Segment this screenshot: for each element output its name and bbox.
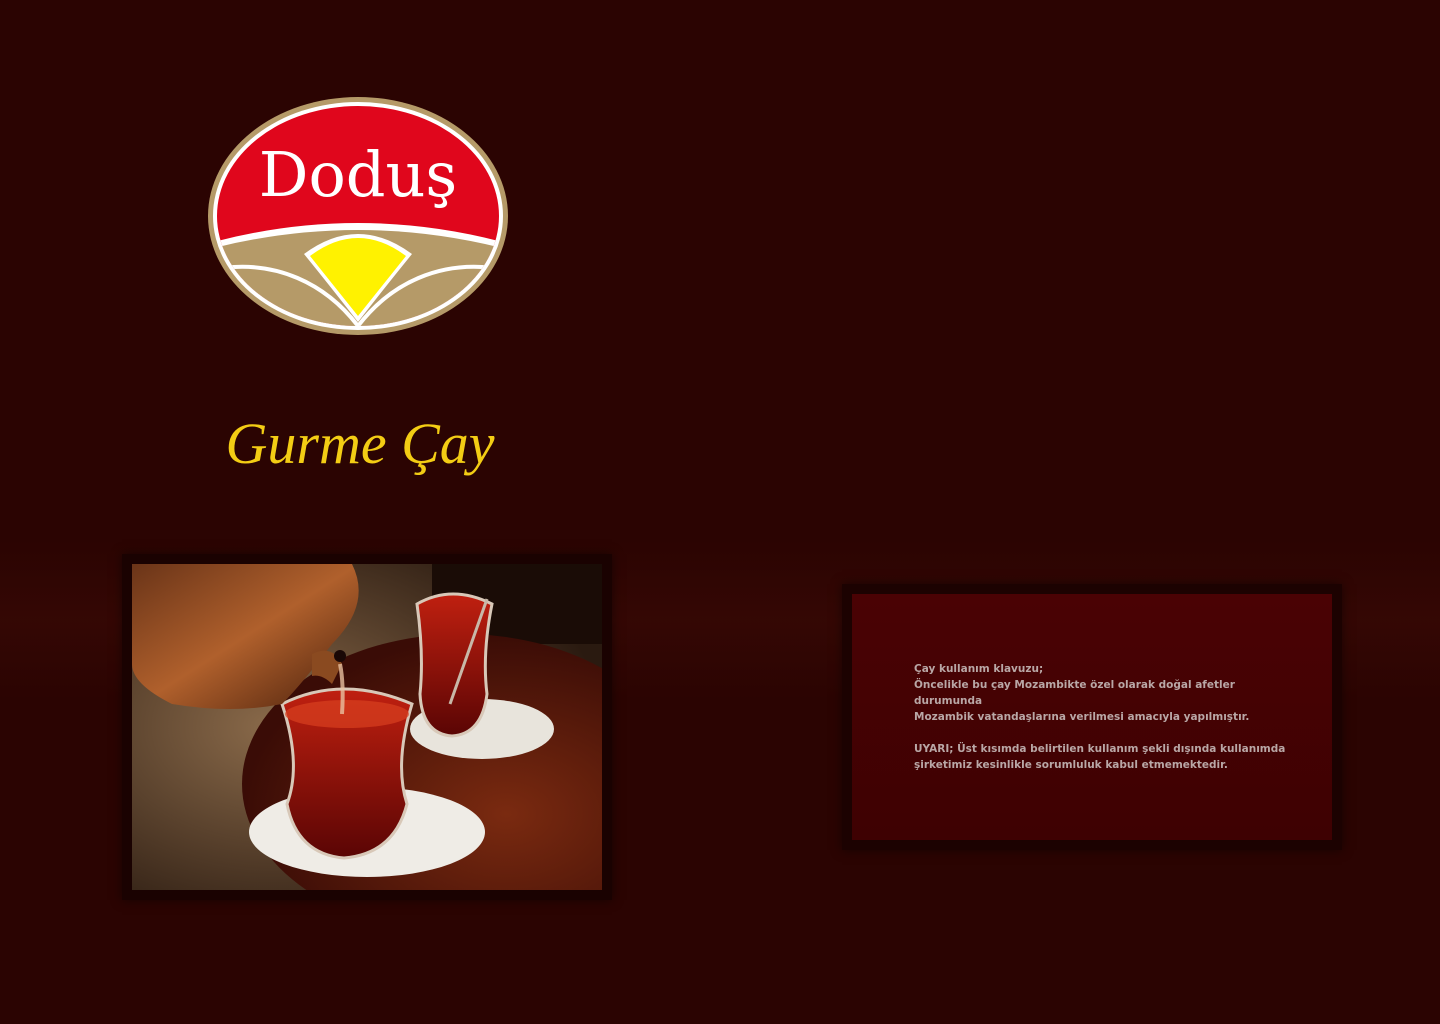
usage-guide-line-2: Mozambik vatandaşlarına verilmesi amacıy… <box>914 711 1250 723</box>
usage-guide-heading: Çay kullanım klavuzu; <box>914 663 1044 675</box>
warning-line-2: şirketimiz kesinlikle sorumluluk kabul e… <box>914 759 1228 771</box>
photo-frame <box>122 554 612 900</box>
tagline: Gurme Çay <box>225 411 495 476</box>
usage-guide-line-1: Öncelikle bu çay Mozambikte özel olarak … <box>914 679 1235 707</box>
info-frame: Çay kullanım klavuzu; Öncelikle bu çay M… <box>842 584 1342 850</box>
brand-logo: Doduş <box>206 94 510 338</box>
tea-glasses-photo <box>132 564 602 890</box>
usage-guide-text: Çay kullanım klavuzu; Öncelikle bu çay M… <box>914 661 1294 773</box>
info-panel: Çay kullanım klavuzu; Öncelikle bu çay M… <box>852 594 1332 840</box>
logo-wordmark: Doduş <box>258 138 458 211</box>
warning-line-1: UYARI; Üst kısımda belirtilen kullanım ş… <box>914 743 1286 755</box>
